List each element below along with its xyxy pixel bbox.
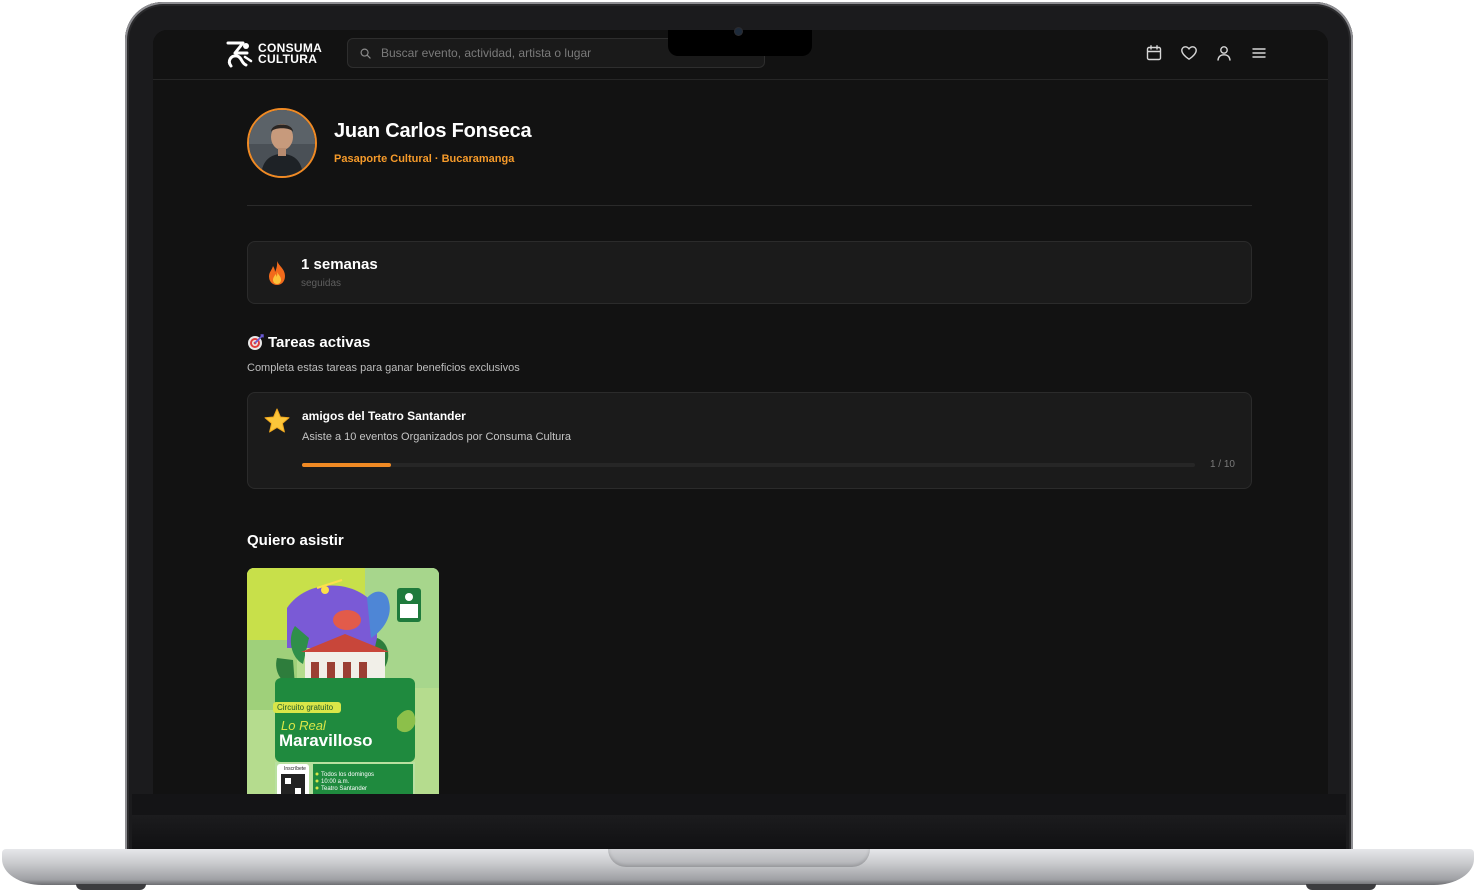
logo-line-2: CULTURA	[258, 52, 318, 66]
task-description: Asiste a 10 eventos Organizados por Cons…	[302, 431, 572, 443]
laptop-foot-left	[76, 884, 146, 890]
profile-subtitle: Pasaporte Cultural · Bucaramanga	[334, 153, 515, 165]
user-icon[interactable]	[1215, 44, 1233, 62]
star-icon	[264, 408, 290, 433]
task-progress-fill	[302, 463, 392, 467]
fire-icon	[269, 261, 285, 285]
streak-count: 1 semanas	[301, 256, 378, 273]
logo-mark-icon	[226, 41, 253, 68]
streak-label: seguidas	[301, 278, 342, 289]
poster-title-line-2: Maravilloso	[279, 731, 373, 750]
task-progress-bar	[302, 463, 1195, 467]
poster-detail-3: Teatro Santander	[321, 786, 367, 792]
task-progress-text: 1 / 10	[1209, 459, 1235, 470]
laptop-chin	[132, 815, 1346, 850]
poster-detail-1: Todos los domingos	[321, 772, 374, 778]
task-card[interactable]: amigos del Teatro Santander Asiste a 10 …	[247, 392, 1252, 489]
tasks-title: Tareas activas	[247, 334, 370, 351]
section-divider	[247, 205, 1252, 206]
poster-tag: Circuito gratuito	[277, 703, 334, 712]
poster-qr-label: Inscríbete	[284, 766, 306, 772]
screen: CONSUMA CULTURA Buscar evento, actividad…	[153, 30, 1328, 794]
heart-icon[interactable]	[1180, 44, 1198, 62]
avatar-photo	[249, 110, 315, 176]
laptop-foot-right	[1306, 884, 1376, 890]
event-poster-art: Circuito gratuito Lo Real Maravilloso In…	[247, 568, 439, 794]
event-poster-card[interactable]: Circuito gratuito Lo Real Maravilloso In…	[247, 568, 439, 794]
calendar-icon[interactable]	[1145, 44, 1163, 62]
tasks-title-text: Tareas activas	[268, 334, 371, 351]
poster-detail-2: 10:00 a.m.	[321, 779, 350, 785]
logo[interactable]: CONSUMA CULTURA	[225, 38, 322, 70]
header-actions	[1145, 44, 1268, 62]
streak-card: 1 semanas seguidas	[247, 241, 1252, 304]
want-to-attend-title: Quiero asistir	[247, 532, 344, 549]
task-title: amigos del Teatro Santander	[302, 409, 466, 423]
search-icon	[360, 48, 371, 59]
tasks-subtitle: Completa estas tareas para ganar benefic…	[247, 362, 520, 374]
menu-icon[interactable]	[1250, 44, 1268, 62]
target-icon	[248, 334, 264, 350]
profile-name: Juan Carlos Fonseca	[334, 120, 532, 142]
camera-icon	[735, 28, 742, 35]
logo-text: CONSUMA CULTURA	[258, 42, 322, 66]
laptop-opening-notch	[608, 849, 870, 867]
avatar[interactable]	[247, 108, 317, 178]
